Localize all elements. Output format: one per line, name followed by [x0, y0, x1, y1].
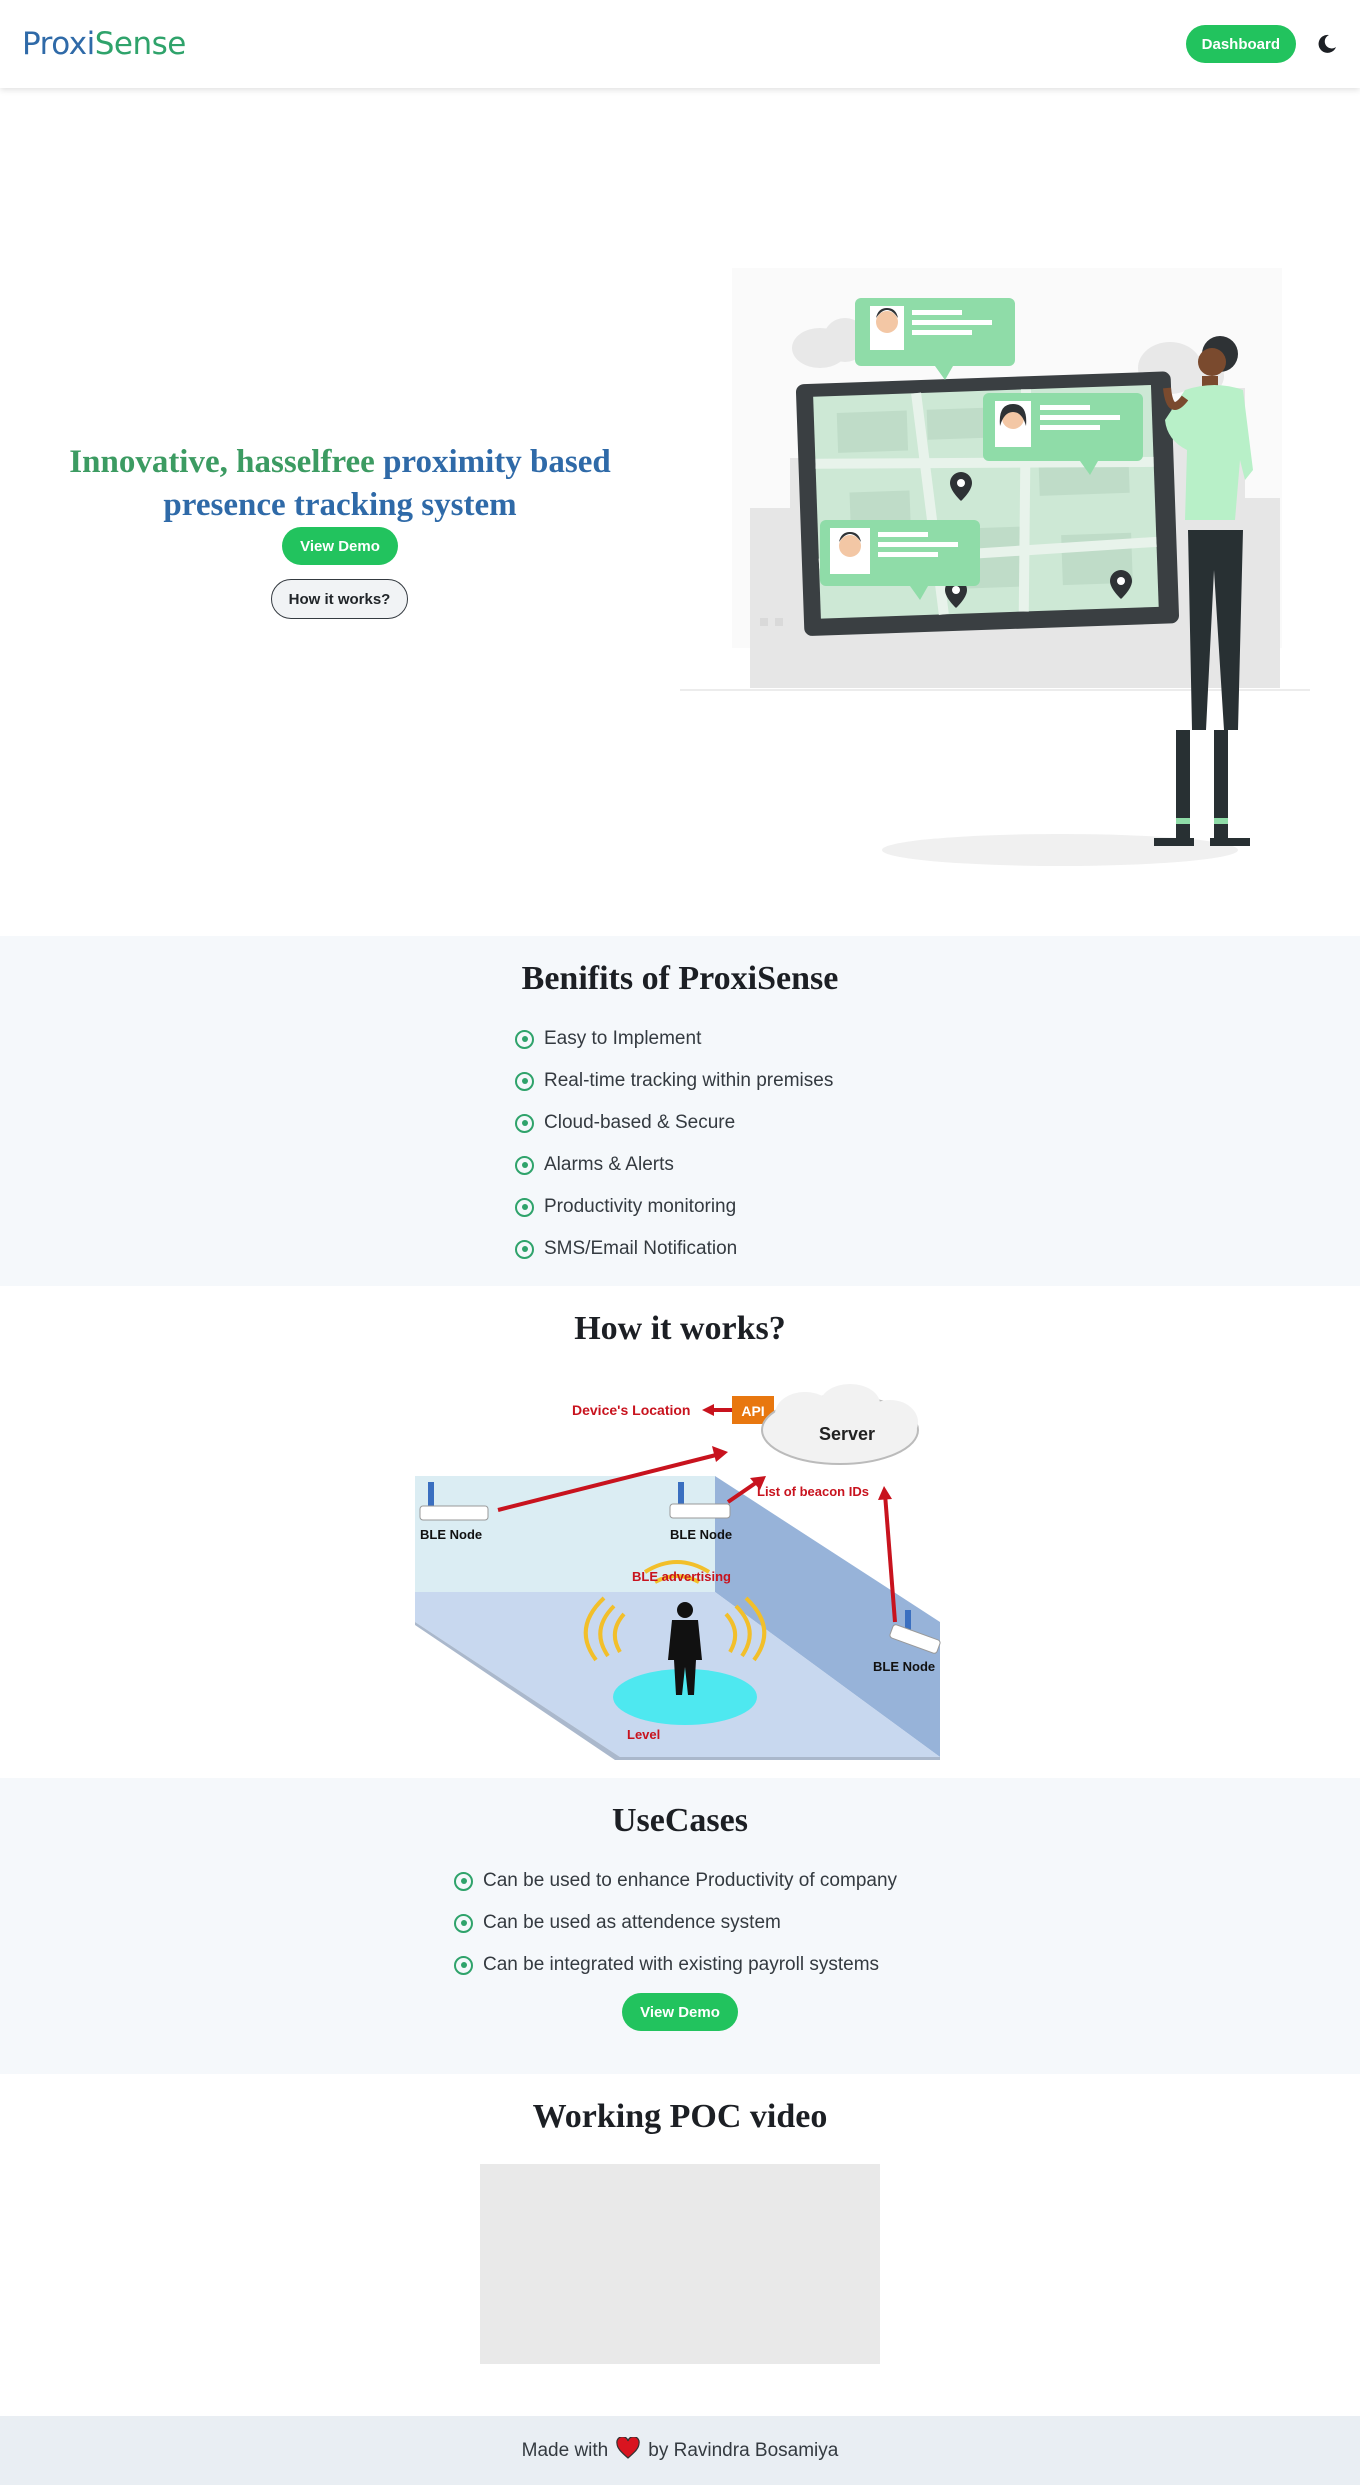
list-item: Real-time tracking within premises — [515, 1060, 833, 1102]
brand-part-sense: Sense — [94, 26, 187, 62]
how-it-works-button[interactable]: How it works? — [271, 579, 408, 619]
bullet-icon — [454, 1871, 473, 1891]
poc-title: Working POC video — [532, 2098, 828, 2135]
usecases-list: Can be used to enhance Productivity of c… — [454, 1860, 897, 1986]
list-item-text: Can be integrated with existing payroll … — [483, 1954, 880, 1975]
list-item: Can be integrated with existing payroll … — [454, 1944, 897, 1986]
brand-part-proxi: Proxi — [22, 26, 95, 62]
list-item-text: Easy to Implement — [544, 1028, 702, 1049]
hero-title-green: Innovative, hasselfree — [69, 444, 375, 480]
dashboard-button[interactable]: Dashboard — [1185, 25, 1296, 63]
list-item-text: Can be used as attendence system — [483, 1912, 781, 1933]
list-item-text: Productivity monitoring — [544, 1196, 737, 1217]
diagram-server-label: Server — [819, 1424, 875, 1444]
list-item-text: SMS/Email Notification — [544, 1238, 738, 1259]
footer-made-with: Made with — [521, 2439, 609, 2461]
video-player[interactable] — [480, 2164, 880, 2364]
diagram-beacon-ids-label: List of beacon IDs — [757, 1484, 869, 1499]
list-item-text: Real-time tracking within premises — [544, 1070, 834, 1091]
how-it-works-section: How it works? API Server Device's Locati… — [0, 1286, 1360, 1778]
navbar: ProxiSense Dashboard — [0, 0, 1360, 88]
bullet-icon — [454, 1955, 473, 1975]
moon-icon[interactable] — [1316, 33, 1338, 55]
list-item: SMS/Email Notification — [515, 1228, 833, 1270]
usecases-view-demo-button[interactable]: View Demo — [622, 1993, 738, 2031]
hero-title: Innovative, hasselfree proximity based p… — [30, 441, 650, 527]
heart-icon — [616, 2435, 640, 2465]
diagram-ble-node-label-1: BLE Node — [420, 1527, 482, 1542]
list-item: Productivity monitoring — [515, 1186, 833, 1228]
benefits-section: Benifits of ProxiSense Easy to Implement… — [0, 936, 1360, 1286]
tracking-illustration — [680, 268, 1310, 866]
bullet-icon — [515, 1197, 534, 1217]
list-item: Can be used as attendence system — [454, 1902, 897, 1944]
footer: Made with by Ravindra Bosamiya — [0, 2416, 1360, 2485]
usecases-section: UseCases Can be used to enhance Producti… — [0, 1778, 1360, 2074]
view-demo-button[interactable]: View Demo — [282, 527, 398, 565]
diagram-devices-location-label: Device's Location — [572, 1402, 690, 1418]
list-item-text: Cloud-based & Secure — [544, 1112, 736, 1133]
diagram-level-label: Level — [627, 1727, 660, 1742]
list-item: Easy to Implement — [515, 1018, 833, 1060]
benefits-list: Easy to Implement Real-time tracking wit… — [515, 1018, 833, 1270]
nav-actions: Dashboard — [1185, 25, 1338, 63]
usecases-title: UseCases — [612, 1802, 748, 1839]
brand-logo[interactable]: ProxiSense — [22, 26, 186, 62]
benefits-title: Benifits of ProxiSense — [521, 960, 839, 997]
diagram-api-label: API — [741, 1403, 764, 1419]
how-it-works-title: How it works? — [574, 1310, 786, 1347]
diagram-ble-advertising-label: BLE advertising — [632, 1569, 731, 1584]
list-item: Alarms & Alerts — [515, 1144, 833, 1186]
bullet-icon — [515, 1029, 534, 1049]
bullet-icon — [515, 1113, 534, 1133]
bullet-icon — [515, 1155, 534, 1175]
footer-author: by Ravindra Bosamiya — [648, 2439, 839, 2461]
poc-video-section: Working POC video — [0, 2074, 1360, 2416]
how-it-works-diagram: API Server Device's Location List of bea… — [415, 1384, 941, 1760]
hero-section: Innovative, hasselfree proximity based p… — [0, 88, 1360, 936]
bullet-icon — [515, 1071, 534, 1091]
diagram-ble-node-label-2: BLE Node — [670, 1527, 732, 1542]
bullet-icon — [454, 1913, 473, 1933]
diagram-ble-node-label-3: BLE Node — [873, 1659, 935, 1674]
bullet-icon — [515, 1239, 534, 1259]
list-item: Cloud-based & Secure — [515, 1102, 833, 1144]
list-item-text: Alarms & Alerts — [544, 1154, 674, 1175]
list-item-text: Can be used to enhance Productivity of c… — [483, 1870, 898, 1891]
list-item: Can be used to enhance Productivity of c… — [454, 1860, 897, 1902]
